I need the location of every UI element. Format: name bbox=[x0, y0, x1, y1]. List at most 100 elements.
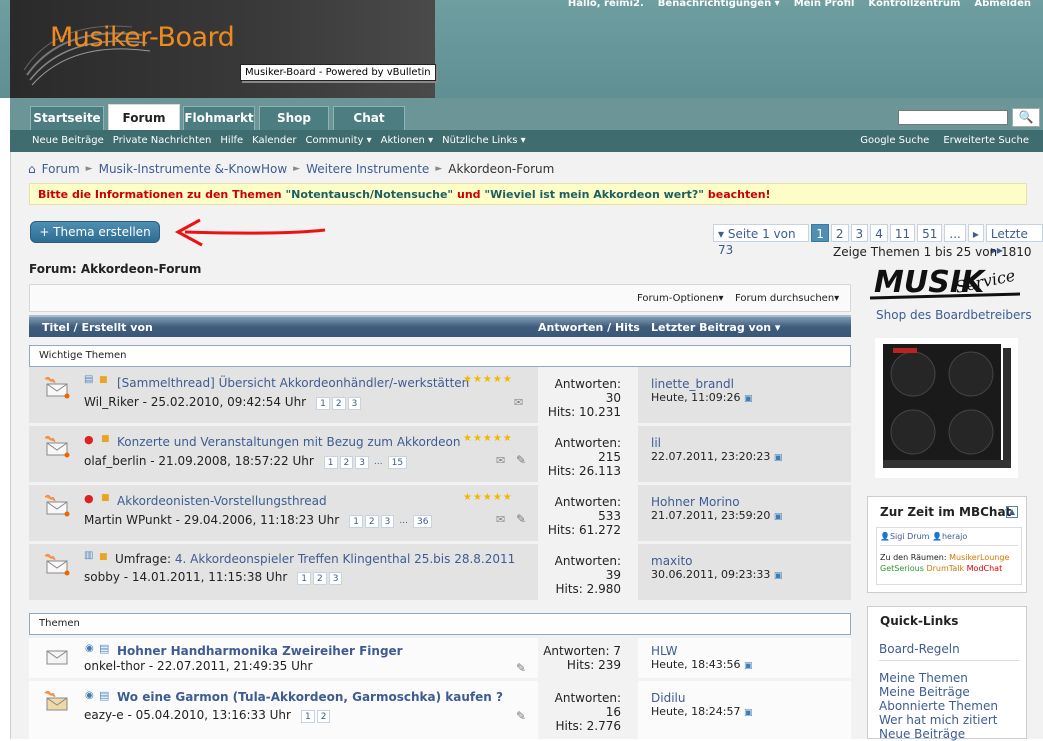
board-rules-link[interactable]: Board-Regeln bbox=[879, 642, 960, 656]
subnav-community[interactable]: Community ▾ bbox=[306, 135, 372, 146]
subnav-actions[interactable]: Aktionen ▾ bbox=[381, 135, 433, 146]
thread-page[interactable]: 3 bbox=[380, 515, 395, 528]
page-jump-dropdown[interactable]: ▾ Seite 1 von 73 bbox=[713, 224, 810, 257]
thread-page[interactable]: 1 bbox=[297, 572, 311, 585]
collapse-icon[interactable]: ▲ bbox=[1006, 506, 1018, 518]
subnav-calendar[interactable]: Kalender bbox=[252, 135, 296, 146]
thread-title[interactable]: Umfrage: 4. Akkordeonspieler Treffen Kli… bbox=[115, 552, 515, 566]
thread-title[interactable]: [Sammelthread] Übersicht Akkordeonhändle… bbox=[117, 376, 469, 390]
mail-subscribe-icon[interactable]: ✉ bbox=[496, 513, 505, 526]
go-to-post-icon[interactable]: ▣ bbox=[774, 453, 783, 463]
room-link[interactable]: GetSerious bbox=[880, 564, 924, 573]
search-input[interactable] bbox=[898, 110, 1008, 125]
notice-link-wert[interactable]: "Wieviel ist mein Akkordeon wert?" bbox=[484, 188, 704, 201]
thread-page[interactable]: 2 bbox=[331, 397, 346, 410]
thread-page[interactable]: 2 bbox=[339, 456, 354, 469]
new-thread-button[interactable]: + Thema erstellen bbox=[30, 221, 160, 243]
thread-title[interactable]: Hohner Handharmonika Zweireiher Finger bbox=[117, 644, 403, 658]
tab-chat[interactable]: Chat bbox=[333, 106, 405, 130]
thread-page[interactable]: 1 bbox=[349, 515, 363, 528]
thread-page[interactable]: 1 bbox=[323, 456, 338, 469]
go-to-first-unread-icon[interactable]: ◉ bbox=[85, 690, 94, 701]
google-search-link[interactable]: Google Suche bbox=[860, 135, 929, 146]
page-3[interactable]: 3 bbox=[850, 224, 869, 242]
home-icon[interactable]: ⌂ bbox=[28, 162, 36, 176]
thread-page[interactable]: 1 bbox=[300, 710, 315, 723]
tab-startseite[interactable]: Startseite bbox=[30, 106, 104, 130]
tab-flohmarkt[interactable]: Flohmarkt bbox=[183, 106, 255, 130]
room-link[interactable]: ModChat bbox=[967, 564, 1003, 573]
last-post-user[interactable]: HLW bbox=[651, 644, 753, 658]
thread-title-text[interactable]: 4. Akkordeonspieler Treffen Klingenthal … bbox=[175, 552, 515, 566]
amplifier-ad[interactable] bbox=[875, 338, 1018, 478]
next-page-button[interactable]: ▸ bbox=[967, 224, 984, 242]
table-row[interactable]: ▥ ■ Umfrage: 4. Akkordeonspieler Treffen… bbox=[29, 544, 851, 600]
thread-page[interactable]: 15 bbox=[387, 456, 408, 469]
subnav-help[interactable]: Hilfe bbox=[220, 135, 243, 146]
logo[interactable]: Musiker-Board bbox=[10, 0, 435, 98]
last-post-user[interactable]: Didilu bbox=[651, 691, 753, 705]
page-51[interactable]: 51 bbox=[917, 224, 943, 242]
subnav-useful-links[interactable]: Nützliche Links ▾ bbox=[442, 135, 526, 146]
go-to-post-icon[interactable]: ▣ bbox=[774, 571, 783, 581]
thread-title[interactable]: Konzerte und Veranstaltungen mit Bezug z… bbox=[117, 435, 461, 449]
table-row[interactable]: ▤ ■ [Sammelthread] Übersicht Akkordeonhä… bbox=[29, 367, 851, 423]
thread-page[interactable]: 2 bbox=[364, 515, 379, 528]
breadcrumb-category[interactable]: Musik-Instrumente &-KnowHow bbox=[99, 162, 288, 176]
breadcrumb-subcategory[interactable]: Weitere Instrumente bbox=[306, 162, 429, 176]
thread-page[interactable]: 3 bbox=[328, 572, 343, 585]
page-4[interactable]: 4 bbox=[870, 224, 888, 242]
shop-link[interactable]: Shop des Boardbetreibers bbox=[876, 308, 1032, 322]
page-11[interactable]: 11 bbox=[889, 224, 916, 242]
tab-forum[interactable]: Forum bbox=[108, 104, 180, 130]
col-last-post[interactable]: Letzter Beitrag von ▾ bbox=[651, 321, 780, 334]
table-row[interactable]: ◉ ▤ Hohner Handharmonika Zweireiher Fing… bbox=[29, 638, 851, 678]
last-post-user[interactable]: maxito bbox=[651, 554, 782, 568]
quick-link[interactable]: Meine Beiträge bbox=[879, 685, 998, 699]
room-link[interactable]: MusikerLounge bbox=[949, 553, 1009, 562]
page-1[interactable]: 1 bbox=[811, 224, 829, 242]
last-post-user[interactable]: lil bbox=[651, 436, 782, 450]
table-row[interactable]: ◉ ▤ Wo eine Garmon (Tula-Akkordeon, Garm… bbox=[29, 681, 851, 739]
tab-shop[interactable]: Shop bbox=[259, 106, 329, 130]
thread-page[interactable]: 2 bbox=[313, 572, 327, 585]
last-post-user[interactable]: linette_brandl bbox=[651, 377, 753, 391]
forum-options-dropdown[interactable]: Forum-Optionen▾ bbox=[637, 293, 723, 304]
subnav-private-messages[interactable]: Private Nachrichten bbox=[113, 135, 212, 146]
subnav-new-posts[interactable]: Neue Beiträge bbox=[32, 135, 104, 146]
quick-link[interactable]: Abonnierte Themen bbox=[879, 699, 998, 713]
go-to-post-icon[interactable]: ▣ bbox=[744, 394, 753, 404]
thread-page[interactable]: 36 bbox=[412, 515, 433, 528]
mail-subscribe-icon[interactable]: ✉ bbox=[496, 454, 505, 467]
go-to-post-icon[interactable]: ▣ bbox=[744, 661, 753, 671]
mail-subscribe-icon[interactable]: ✉ bbox=[514, 396, 523, 409]
table-row[interactable]: ● ■ Akkordeonisten-Vorstellungsthread ★★… bbox=[29, 485, 851, 541]
breadcrumb-forum[interactable]: Forum bbox=[42, 162, 80, 176]
go-to-post-icon[interactable]: ▣ bbox=[774, 512, 783, 522]
logout-link[interactable]: Abmelden bbox=[974, 0, 1031, 9]
thread-title[interactable]: Wo eine Garmon (Tula-Akkordeon, Garmosch… bbox=[117, 690, 503, 704]
my-profile-link[interactable]: Mein Profil bbox=[794, 0, 855, 9]
notice-link-notentausch[interactable]: "Notentausch/Notensuche" bbox=[285, 188, 453, 201]
musik-service-logo[interactable]: MUSIK Service bbox=[870, 258, 1020, 308]
page-2[interactable]: 2 bbox=[830, 224, 849, 242]
table-row[interactable]: ● ■ Konzerte und Veranstaltungen mit Bez… bbox=[29, 426, 851, 482]
thread-page[interactable]: 1 bbox=[316, 397, 330, 410]
thread-title[interactable]: Akkordeonisten-Vorstellungsthread bbox=[117, 494, 327, 508]
thread-page[interactable]: 2 bbox=[316, 710, 331, 723]
last-page-button[interactable]: Letzte ▸▸ bbox=[985, 224, 1043, 257]
quick-link[interactable]: Wer hat mich zitiert bbox=[879, 713, 998, 727]
go-to-first-unread-icon[interactable]: ◉ bbox=[85, 643, 94, 654]
advanced-search-link[interactable]: Erweiterte Suche bbox=[943, 135, 1029, 146]
quick-link[interactable]: Meine Themen bbox=[879, 671, 998, 685]
go-to-post-icon[interactable]: ▣ bbox=[744, 708, 753, 718]
last-post-user[interactable]: Hohner Morino bbox=[651, 495, 782, 509]
forum-search-dropdown[interactable]: Forum durchsuchen▾ bbox=[735, 293, 839, 304]
room-link[interactable]: DrumTalk bbox=[926, 564, 964, 573]
col-replies[interactable]: Antworten / Hits bbox=[538, 321, 640, 334]
thread-page[interactable]: 3 bbox=[355, 456, 369, 469]
notifications-link[interactable]: Benachrichtigungen ▾ bbox=[658, 0, 780, 9]
chat-user[interactable]: Sigi Drum bbox=[890, 532, 929, 541]
chat-user[interactable]: herajo bbox=[942, 532, 967, 541]
thread-page[interactable]: 3 bbox=[347, 397, 362, 410]
